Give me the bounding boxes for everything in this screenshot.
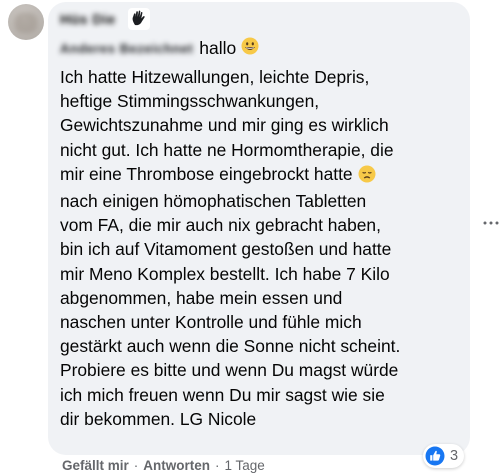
comment-line: Gewichtszunahme und mir ging es wirklich [60,115,389,136]
comment-text: Ich hatte Hitzewallungen, leichte Depris… [60,65,462,431]
greeting-text: hallo [199,37,237,58]
separator: · [133,458,139,473]
author-name[interactable]: Hüs Die [60,11,116,27]
comment-line: vom FA, die mir auch nix gebracht haben, [60,215,381,236]
comment-line: Probiere es bitte und wenn Du magst würd… [60,360,399,381]
wave-hand-icon [127,8,150,30]
reaction-badge[interactable]: 3 [423,444,465,468]
comment-line: dir bekommen. LG Nicole [60,408,257,429]
like-button[interactable]: Gefällt mir [62,458,129,473]
comment-line: naschen unter Kontrolle und fühle mich [60,312,362,333]
comment-line: bin ich auf Vitamoment gestoßen und hatt… [60,239,392,260]
comment-actions: Gefällt mir · Antworten · 1 Tage [62,458,265,473]
comment-bubble: Hüs Die Anderes Bezeichnet hallo Ich hat… [48,2,470,455]
comment-line: gestärkt auch wenn die Sonne nicht schei… [60,336,401,357]
like-icon [425,446,445,466]
comment-line-with-emoji: mir eine Thrombose eingebrockt hatte [60,162,462,189]
comment-line: abgenommen, habe mein essen und [60,287,343,308]
more-options-icon[interactable] [482,216,500,228]
avatar[interactable] [8,4,44,40]
timestamp[interactable]: 1 Tage [225,458,265,473]
comment-line: nach einigen hömophatischen Tabletten [60,191,367,212]
separator: · [215,458,220,473]
comment-line: mir eine Thrombose eingebrockt hatte [60,163,353,184]
tag-row: Anderes Bezeichnet hallo [60,37,259,59]
reaction-count: 3 [450,448,459,464]
grinning-emoji-icon [241,37,259,60]
comment-line: Ich hatte Hitzewallungen, leichte Depris… [60,67,370,87]
comment-line: ich mich freuen wenn Du mir sagst wie si… [60,384,385,405]
author-row: Hüs Die [60,8,150,30]
tagged-users[interactable]: Anderes Bezeichnet [60,41,193,56]
comment-line: heftige Stimmingsschwankungen, [60,91,320,112]
disappointed-emoji-icon [358,165,376,189]
comment-line: mir Meno Komplex bestellt. Ich habe 7 Ki… [60,263,390,284]
reply-button[interactable]: Antworten [143,458,210,473]
comment-line: nicht gut. Ich hatte ne Hormomtherapie, … [60,139,394,160]
